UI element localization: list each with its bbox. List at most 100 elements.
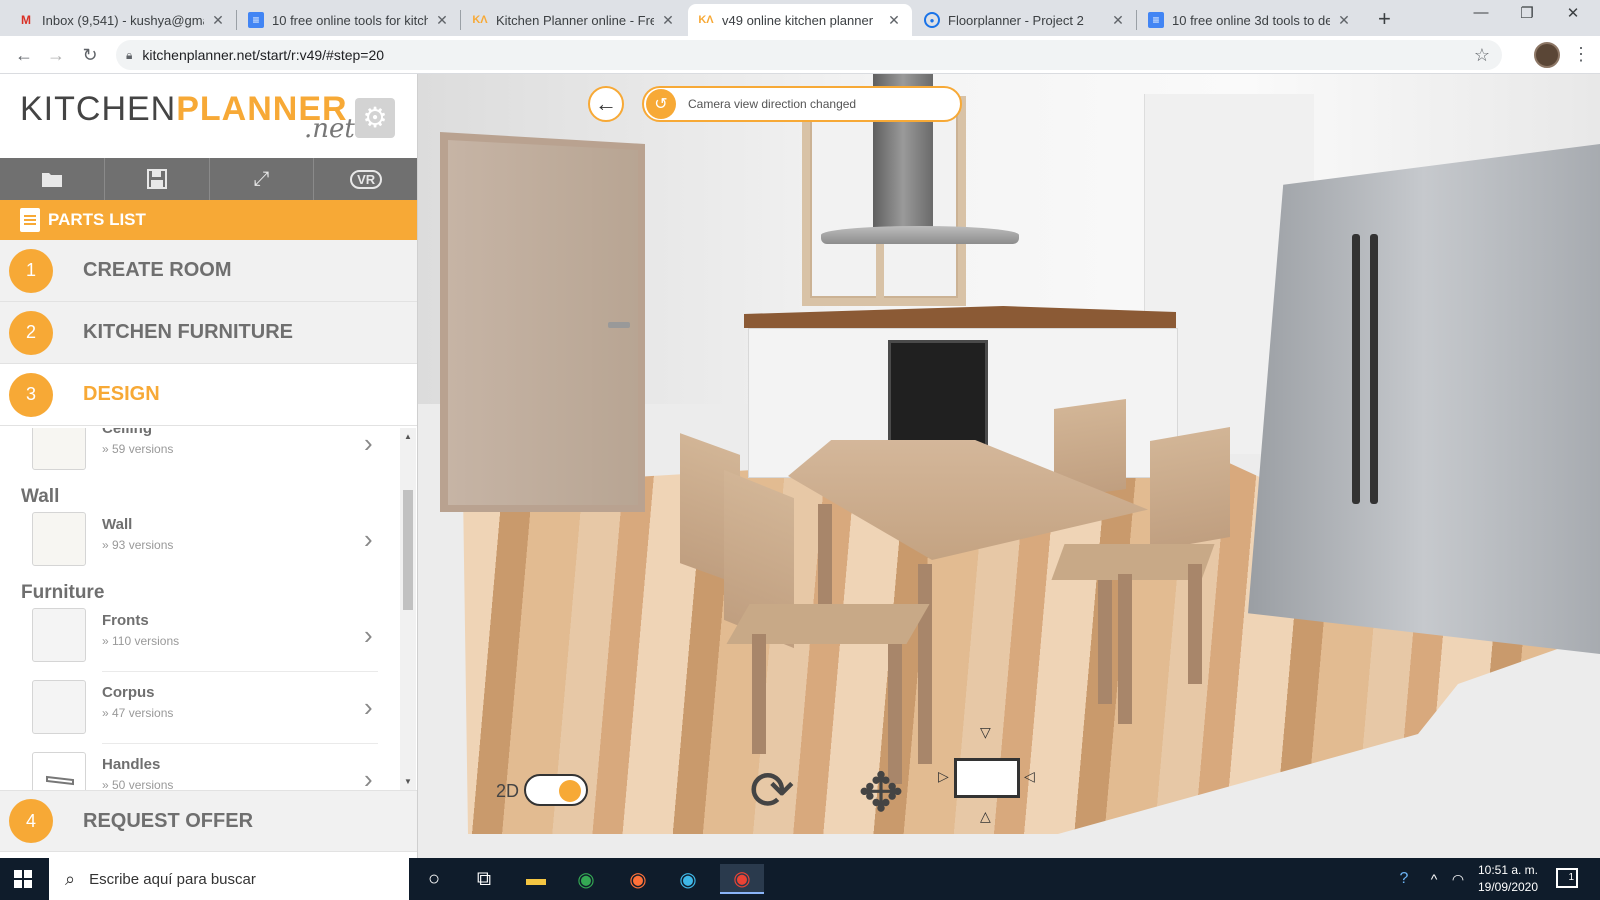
vr-mode-icon[interactable]: VR bbox=[314, 158, 417, 200]
step-request-offer[interactable]: 4 REQUEST OFFER bbox=[0, 790, 417, 852]
camera-view-presets[interactable]: ▽ ▷ ◁ △ bbox=[938, 724, 1038, 824]
parts-list-button[interactable]: PARTS LIST bbox=[0, 200, 417, 240]
scrollbar-thumb[interactable] bbox=[403, 490, 413, 610]
open-folder-icon[interactable] bbox=[0, 158, 105, 200]
help-icon[interactable]: ? bbox=[1388, 864, 1420, 894]
address-bar[interactable]: 🔒︎ kitchenplanner.net/start/r:v49/#step=… bbox=[116, 40, 1502, 70]
list-item-handles[interactable]: Handles » 50 versions › bbox=[0, 744, 398, 790]
history-status-box[interactable]: ↺ Camera view direction changed bbox=[642, 86, 962, 122]
minimize-icon[interactable]: — bbox=[1458, 4, 1504, 21]
gmail-icon: M bbox=[21, 13, 31, 27]
fridge-handle bbox=[1352, 234, 1360, 504]
step-label: CREATE ROOM bbox=[83, 259, 232, 281]
step-design[interactable]: 3 DESIGN bbox=[0, 364, 417, 426]
chrome-icon[interactable]: ◉ bbox=[570, 864, 602, 894]
reload-icon[interactable]: ↻ bbox=[78, 43, 102, 67]
close-tab-icon[interactable]: ✕ bbox=[1110, 12, 1126, 29]
item-versions: » 50 versions bbox=[102, 778, 174, 790]
fridge bbox=[1248, 144, 1600, 654]
tab-title: Inbox (9,541) - kushya@gmail bbox=[42, 12, 204, 28]
sidebar-iconbar: ⤢ VR bbox=[0, 158, 417, 200]
chrome-profile-icon[interactable]: ◉ bbox=[720, 864, 764, 894]
task-view-icon[interactable]: ⧉ bbox=[468, 864, 500, 894]
rotate-camera-icon[interactable]: ⟳ bbox=[732, 756, 812, 826]
list-item-corpus[interactable]: Corpus » 47 versions › bbox=[0, 672, 398, 744]
view-right-arrow-icon[interactable]: ◁ bbox=[1024, 768, 1035, 785]
lock-icon: 🔒︎ bbox=[126, 47, 133, 62]
step-label: REQUEST OFFER bbox=[83, 809, 254, 832]
close-tab-icon[interactable]: ✕ bbox=[660, 12, 676, 29]
item-versions: » 59 versions bbox=[102, 442, 174, 456]
close-tab-icon[interactable]: ✕ bbox=[1336, 12, 1352, 29]
2d-3d-toggle[interactable] bbox=[524, 774, 588, 806]
cortana-circle-icon[interactable]: ○ bbox=[418, 864, 450, 894]
chevron-right-icon[interactable]: › bbox=[364, 620, 373, 651]
firefox-icon[interactable]: ◉ bbox=[622, 864, 654, 894]
tab-kitchen-planner-free[interactable]: KΛ Kitchen Planner online - Free ✕ bbox=[462, 4, 686, 36]
tab-v49-planner[interactable]: KΛ v49 online kitchen planner ✕ bbox=[688, 4, 912, 36]
oven bbox=[888, 340, 988, 456]
bookmark-star-icon[interactable]: ☆ bbox=[1474, 45, 1490, 66]
pan-move-icon[interactable]: ✥ bbox=[848, 760, 914, 826]
menu-kebab-icon[interactable]: ⋮ bbox=[1572, 44, 1590, 65]
view-top-arrow-icon[interactable]: ▽ bbox=[980, 724, 991, 741]
docs-icon: ≡ bbox=[248, 12, 264, 28]
wifi-icon[interactable]: ◠ bbox=[1442, 864, 1474, 894]
docs-icon: ≡ bbox=[1148, 12, 1164, 28]
chevron-right-icon[interactable]: › bbox=[364, 524, 373, 555]
2d-toggle-label: 2D bbox=[496, 781, 520, 801]
taskbar-search[interactable]: ⌕ Escribe aquí para buscar bbox=[49, 858, 409, 900]
fullscreen-expand-icon[interactable]: ⤢ bbox=[210, 158, 315, 200]
view-bottom-arrow-icon[interactable]: △ bbox=[980, 808, 991, 825]
settings-gear-icon[interactable]: ⚙ bbox=[355, 98, 395, 138]
tab-floorplanner[interactable]: ● Floorplanner - Project 2 ✕ bbox=[914, 4, 1136, 36]
chevron-right-icon[interactable]: › bbox=[364, 692, 373, 723]
logo-net-suffix: .net bbox=[304, 114, 355, 144]
profile-avatar[interactable] bbox=[1534, 42, 1560, 68]
planner-sidebar: KITCHENPLANNER .net ⚙ ⤢ VR PARTS LIST 1 … bbox=[0, 74, 418, 858]
list-item-wall[interactable]: Wall » 93 versions › bbox=[0, 504, 398, 576]
step-kitchen-furniture[interactable]: 2 KITCHEN FURNITURE bbox=[0, 302, 417, 364]
list-item-fronts[interactable]: Fronts » 110 versions › bbox=[0, 600, 398, 672]
windows-taskbar: ⌕ Escribe aquí para buscar ○ ⧉ ▬ ◉ ◉ ◉ ◉… bbox=[0, 858, 1600, 900]
tab-title: 10 free online tools for kitche bbox=[272, 12, 428, 28]
3d-viewport[interactable]: ← ↺ Camera view direction changed 2D ⟳ ✥… bbox=[418, 74, 1600, 858]
chair-leg bbox=[1188, 564, 1202, 684]
chevron-right-icon[interactable]: › bbox=[364, 428, 373, 459]
parts-list-label: PARTS LIST bbox=[48, 210, 146, 229]
close-tab-icon[interactable]: ✕ bbox=[886, 12, 902, 29]
restore-icon[interactable]: ❐ bbox=[1504, 4, 1550, 22]
windows-start-icon[interactable] bbox=[14, 870, 32, 888]
taskbar-clock[interactable]: 10:51 a. m. 19/09/2020 bbox=[1472, 862, 1544, 896]
forward-arrow-icon[interactable]: → bbox=[44, 43, 68, 67]
edge-icon[interactable]: ◉ bbox=[672, 864, 704, 894]
chevron-right-icon[interactable]: › bbox=[364, 764, 373, 790]
tab-tools-doc[interactable]: ≡ 10 free online tools for kitche ✕ bbox=[238, 4, 460, 36]
parts-list-scrollbar[interactable]: ▲ ▼ bbox=[400, 428, 416, 790]
back-arrow-icon[interactable]: ← bbox=[12, 43, 36, 67]
undo-back-button[interactable]: ← bbox=[588, 86, 624, 122]
scroll-up-arrow-icon[interactable]: ▲ bbox=[400, 432, 416, 441]
step-label: KITCHEN FURNITURE bbox=[83, 321, 293, 343]
history-status-text: Camera view direction changed bbox=[688, 97, 857, 111]
close-tab-icon[interactable]: ✕ bbox=[434, 12, 450, 29]
new-tab-button[interactable]: + bbox=[1378, 6, 1391, 32]
close-tab-icon[interactable]: ✕ bbox=[210, 12, 226, 29]
tab-3d-tools-doc[interactable]: ≡ 10 free online 3d tools to de ✕ bbox=[1138, 4, 1362, 36]
step-number-badge: 3 bbox=[9, 372, 53, 417]
item-name: Fronts bbox=[102, 612, 149, 629]
chair-leg bbox=[752, 634, 766, 754]
step-create-room[interactable]: 1 CREATE ROOM bbox=[0, 240, 417, 302]
notifications-icon[interactable]: 1 bbox=[1556, 868, 1578, 888]
save-disk-icon[interactable] bbox=[105, 158, 210, 200]
document-list-icon bbox=[20, 208, 40, 232]
item-name: Ceiling bbox=[102, 428, 153, 437]
file-explorer-icon[interactable]: ▬ bbox=[520, 864, 552, 894]
tab-gmail[interactable]: M Inbox (9,541) - kushya@gmail ✕ bbox=[8, 4, 236, 36]
view-left-arrow-icon[interactable]: ▷ bbox=[938, 768, 949, 785]
scroll-down-arrow-icon[interactable]: ▼ bbox=[400, 777, 416, 786]
tab-title: Floorplanner - Project 2 bbox=[948, 12, 1084, 28]
close-window-icon[interactable]: ✕ bbox=[1550, 4, 1596, 22]
table-leg bbox=[918, 564, 932, 764]
list-item-ceiling[interactable]: Ceiling » 59 versions › bbox=[0, 428, 398, 480]
